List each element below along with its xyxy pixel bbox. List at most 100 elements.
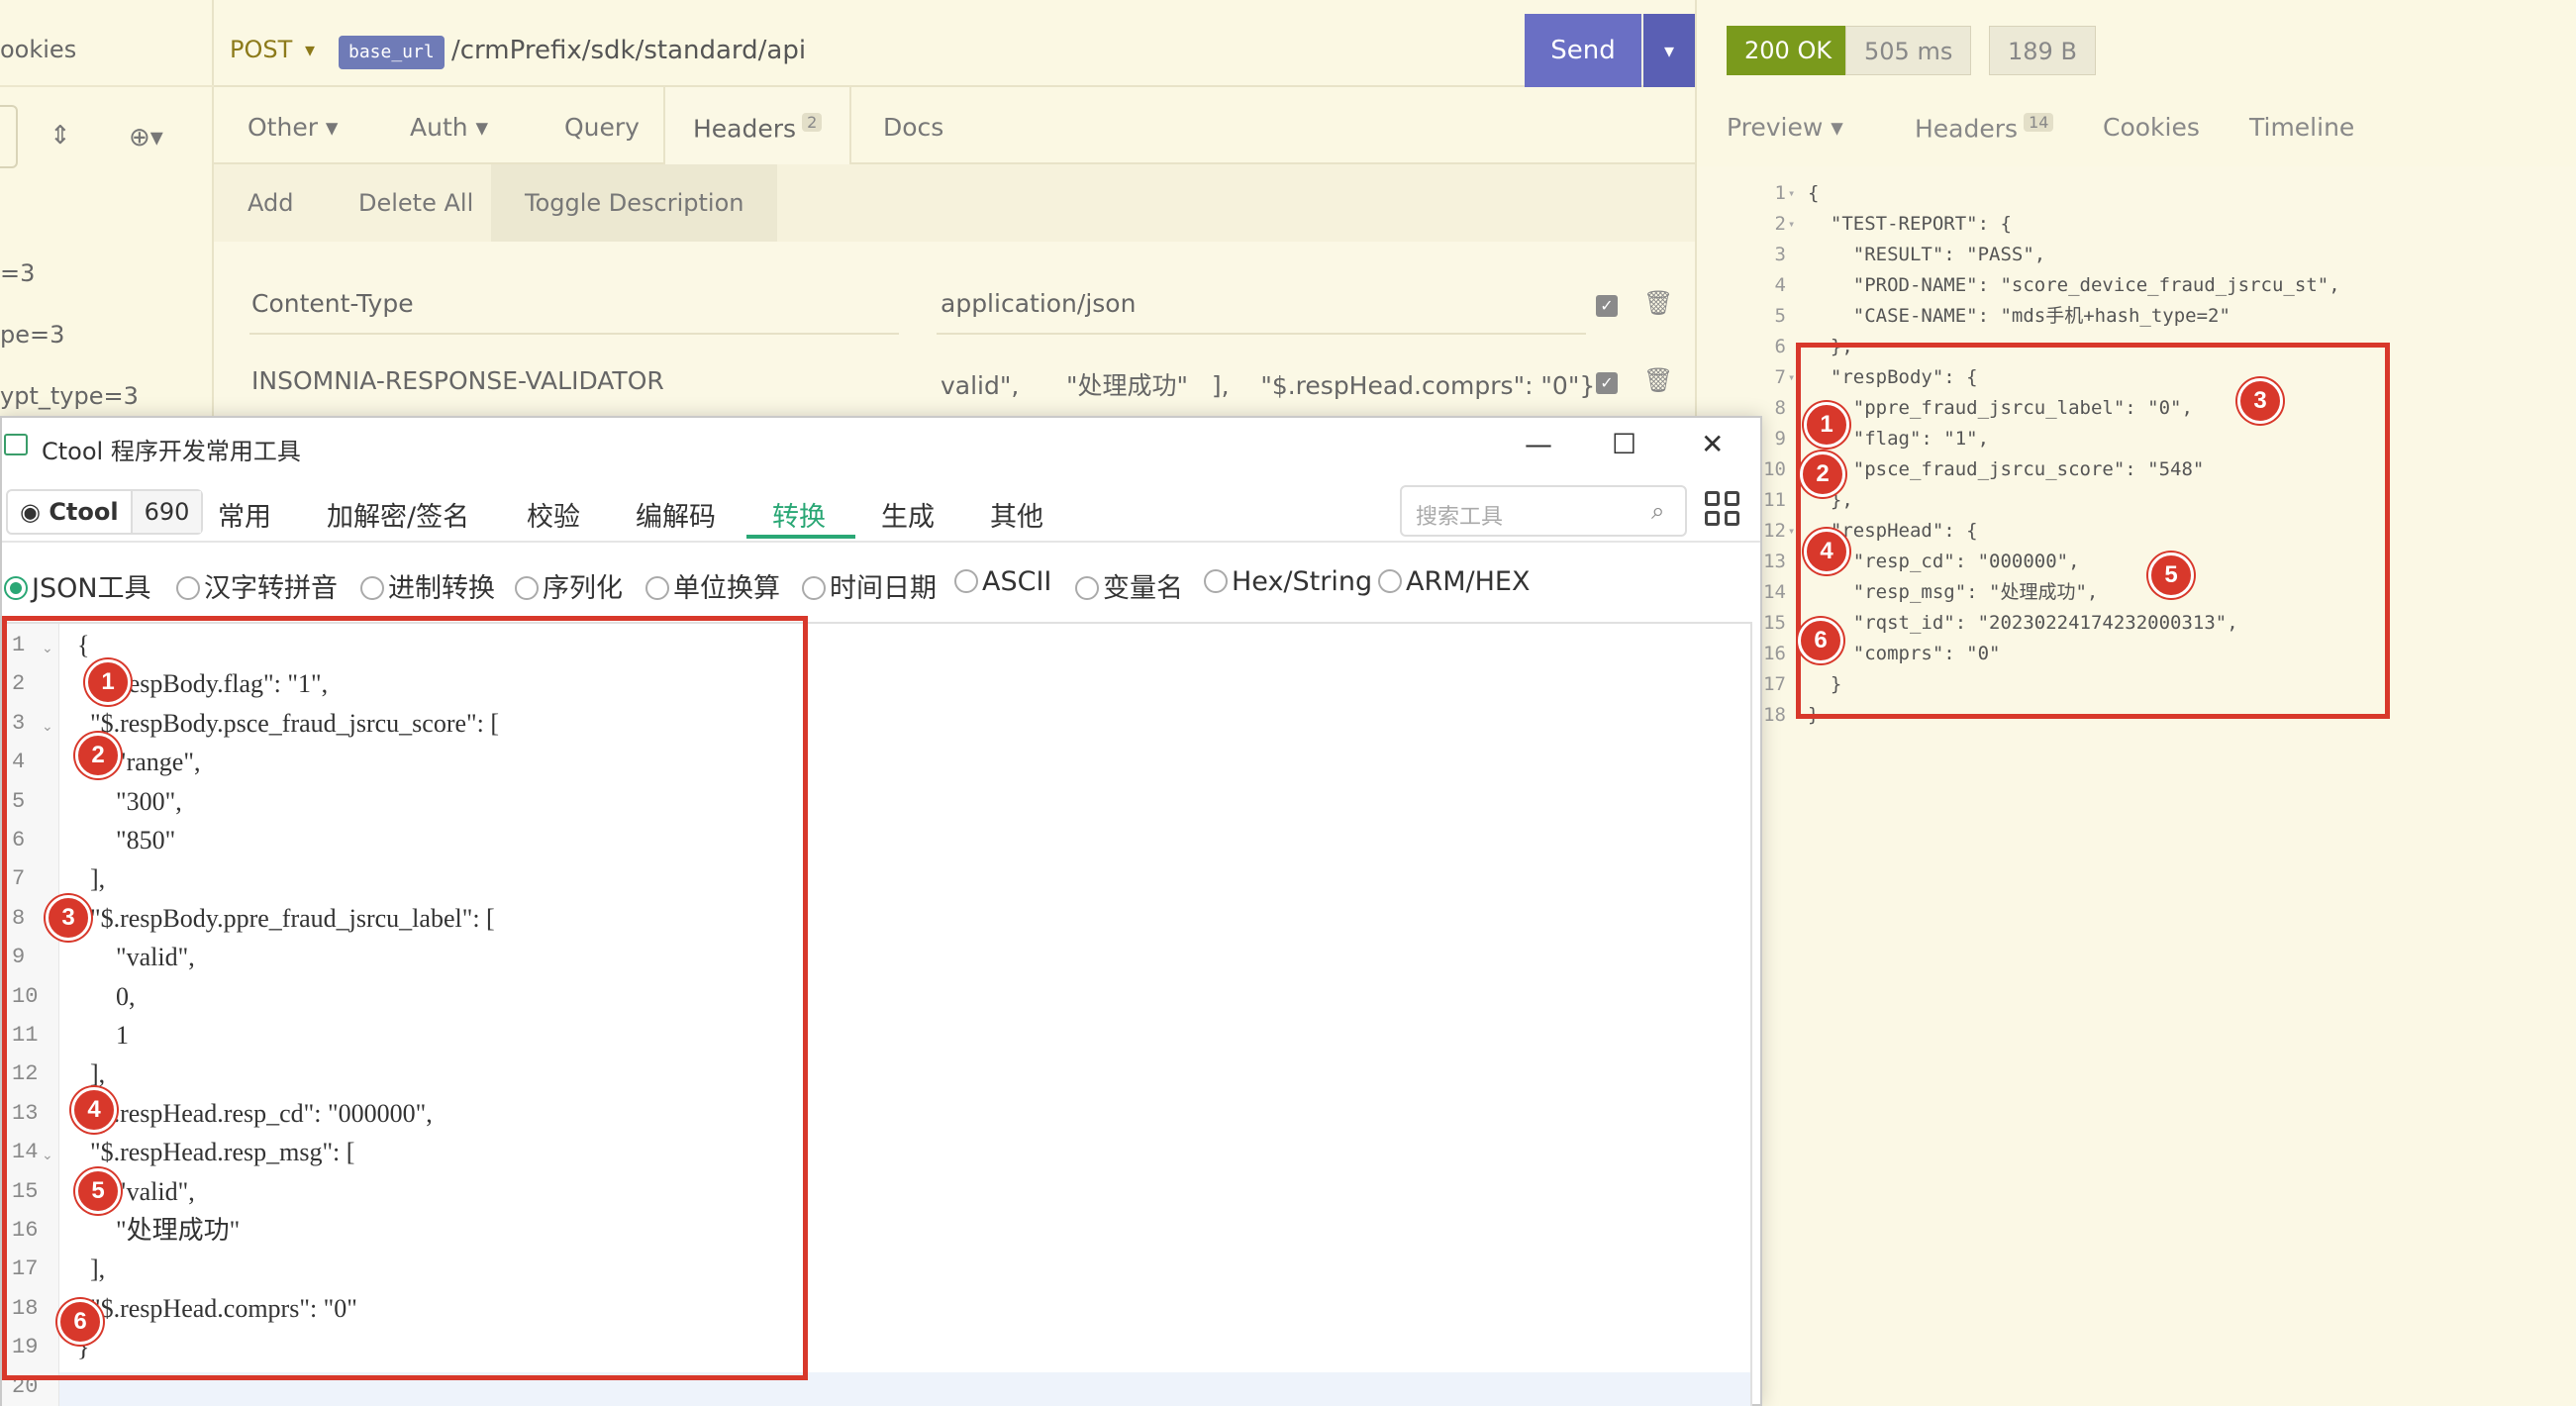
tool-radio-datetime[interactable]: 时间日期	[802, 566, 937, 605]
chevron-down-icon[interactable]: ▾	[305, 38, 315, 61]
header-value-field[interactable]: application/json	[941, 289, 1136, 318]
headers-table: Content-Type application/json ✓ 🗑 INSOMN…	[214, 242, 1695, 420]
field-underline	[249, 333, 899, 335]
annotation-marker: 1	[85, 659, 131, 705]
menu-item-generate[interactable]: 生成	[881, 495, 935, 534]
github-button[interactable]: ◉ Ctool 690	[6, 489, 204, 535]
fold-icon[interactable]: ▾	[1788, 178, 1795, 209]
response-header: 200 OK 505 ms 189 B Preview ▾ Headers 14 …	[1695, 0, 2576, 166]
radio-dot	[1204, 569, 1228, 593]
tab-response-headers[interactable]: Headers 14	[1915, 113, 2054, 144]
minimize-icon[interactable]: —	[1525, 428, 1552, 460]
tool-radio-unit[interactable]: 单位换算	[645, 566, 780, 605]
url-input[interactable]: /crmPrefix/sdk/standard/api	[451, 36, 806, 65]
radio-dot	[1075, 576, 1099, 600]
tool-radio-varname[interactable]: 变量名	[1075, 566, 1183, 605]
grid-cell	[1705, 511, 1720, 526]
tab-docs[interactable]: Docs	[883, 113, 943, 142]
annotation-marker: 5	[75, 1168, 121, 1214]
radio-dot	[645, 576, 669, 600]
menu-item-crypto[interactable]: 加解密/签名	[327, 495, 469, 534]
menu-item-validate[interactable]: 校验	[527, 495, 580, 534]
trash-icon[interactable]: 🗑	[1643, 366, 1673, 394]
header-value-field[interactable]: valid", "处理成功" ], "$.respHead.comprs": "…	[941, 366, 1595, 402]
sidebar-request-item[interactable]: pe=3	[0, 321, 64, 349]
radio-dot	[4, 576, 28, 600]
tool-label: 进制转换	[388, 573, 495, 604]
trash-icon[interactable]: 🗑	[1643, 289, 1673, 317]
headers-toolbar: Add Delete All Toggle Description	[214, 164, 1695, 242]
menu-item-encode[interactable]: 编解码	[636, 495, 716, 534]
header-name-field[interactable]: Content-Type	[251, 289, 414, 318]
add-header-button[interactable]: Add	[214, 164, 327, 242]
tool-radio-radix[interactable]: 进制转换	[360, 566, 495, 605]
tab-query[interactable]: Query	[564, 113, 640, 142]
annotation-box	[2, 616, 808, 1380]
filter-input[interactable]	[0, 105, 18, 168]
title-bar: Ctool 程序开发常用工具 — ☐ ✕	[2, 418, 1760, 473]
tab-headers[interactable]: Headers 2	[663, 87, 852, 166]
search-placeholder: 搜索工具	[1416, 505, 1504, 530]
github-label-text: Ctool	[49, 498, 119, 526]
search-icon[interactable]: ⌕	[1651, 497, 1664, 525]
response-size-badge: 189 B	[1989, 26, 2096, 75]
tool-label: 变量名	[1103, 573, 1183, 604]
cookies-link[interactable]: ookies	[0, 36, 76, 63]
sidebar-request-item[interactable]: =3	[0, 259, 35, 287]
menu-item-other[interactable]: 其他	[990, 495, 1043, 534]
window-title: Ctool 程序开发常用工具	[42, 438, 301, 465]
tool-radio-ascii[interactable]: ASCII	[954, 566, 1051, 597]
tab-label: Headers	[1915, 114, 2019, 144]
code-text: "RESULT": "PASS",	[1808, 244, 2046, 265]
line-number: 1	[1774, 182, 1786, 204]
field-underline	[937, 333, 1586, 335]
response-code-line: 5 "CASE-NAME": "mds手机+hash_type=2"	[1697, 301, 2576, 332]
header-enabled-checkbox[interactable]: ✓	[1596, 372, 1618, 394]
status-badge: 200 OK	[1727, 26, 1850, 75]
tool-radio-serialize[interactable]: 序列化	[515, 566, 623, 605]
grid-icon[interactable]	[1705, 491, 1742, 529]
annotation-marker: 2	[1800, 452, 1845, 497]
tool-radio-armhex[interactable]: ARM/HEX	[1378, 566, 1530, 597]
tool-radio-json[interactable]: JSON工具	[4, 566, 151, 605]
annotation-marker: 3	[46, 895, 91, 941]
maximize-icon[interactable]: ☐	[1612, 428, 1636, 460]
github-star-count: 690	[130, 491, 202, 533]
tab-timeline[interactable]: Timeline	[2249, 113, 2354, 142]
tool-label: JSON工具	[32, 573, 151, 604]
tool-label: 单位换算	[673, 573, 780, 604]
tool-radio-pinyin[interactable]: 汉字转拼音	[176, 566, 338, 605]
add-request-button[interactable]: ⊕▾	[129, 123, 163, 152]
send-button[interactable]: Send	[1525, 14, 1641, 87]
sidebar-request-item[interactable]: ypt_type=3	[0, 382, 139, 410]
header-name-field[interactable]: INSOMNIA-RESPONSE-VALIDATOR	[251, 366, 664, 395]
annotation-marker: 4	[1804, 529, 1849, 574]
tab-other[interactable]: Other ▾	[248, 113, 338, 142]
menu-item-convert[interactable]: 转换	[772, 495, 826, 534]
base-url-variable-tag[interactable]: base_url	[339, 36, 445, 69]
line-number: 6	[1774, 336, 1786, 357]
menu-item-common[interactable]: 常用	[218, 495, 271, 534]
toggle-description-button[interactable]: Toggle Description	[491, 164, 778, 242]
fold-icon[interactable]: ▾	[1788, 209, 1795, 240]
tab-auth[interactable]: Auth ▾	[410, 113, 488, 142]
sort-icon[interactable]: ⇕	[50, 121, 71, 151]
method-select[interactable]: POST	[230, 36, 292, 63]
radio-dot	[1378, 569, 1402, 593]
tab-label: Other	[248, 113, 318, 142]
tool-radio-hexstring[interactable]: Hex/String	[1204, 566, 1372, 597]
github-icon: ◉	[20, 498, 41, 526]
annotation-box	[1796, 343, 2390, 719]
send-options-chevron-icon[interactable]: ▾	[1643, 14, 1695, 87]
delete-all-button[interactable]: Delete All	[325, 164, 507, 242]
fold-icon[interactable]: ▾	[1788, 362, 1795, 393]
close-icon[interactable]: ✕	[1701, 428, 1724, 460]
header-enabled-checkbox[interactable]: ✓	[1596, 295, 1618, 317]
active-menu-underline	[746, 535, 855, 539]
tab-cookies[interactable]: Cookies	[2103, 113, 2200, 142]
tool-label: Hex/String	[1232, 566, 1373, 597]
annotation-marker: 6	[1798, 618, 1843, 663]
fold-icon[interactable]: ▾	[1788, 516, 1795, 547]
tab-preview[interactable]: Preview ▾	[1727, 113, 1843, 142]
tool-label: ASCII	[982, 566, 1052, 597]
